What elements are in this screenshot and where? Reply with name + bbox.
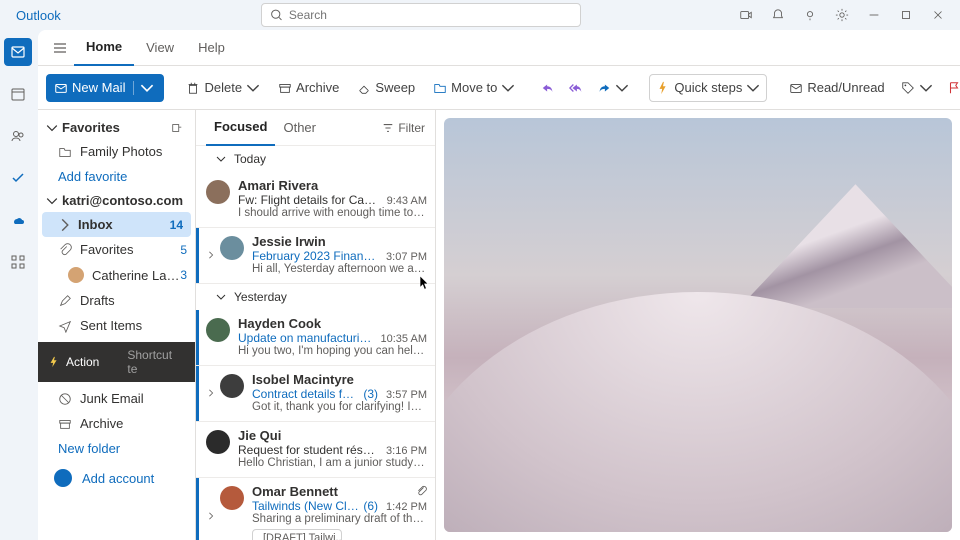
message-item[interactable]: Jessie Irwin February 2023 Financial Res…	[196, 228, 435, 284]
settings-icon[interactable]	[828, 1, 856, 29]
flag-button[interactable]	[943, 74, 960, 102]
rail-mail[interactable]	[4, 38, 32, 66]
avatar-placeholder-icon	[54, 469, 72, 487]
tabs-bar: Home View Help	[38, 30, 960, 66]
chevron-down-icon	[46, 122, 58, 134]
tab-focused[interactable]: Focused	[206, 110, 275, 146]
message-item[interactable]: Isobel Macintyre Contract details for wo…	[196, 366, 435, 422]
message-list-header: Focused Other Filter	[196, 110, 435, 146]
tips-icon[interactable]	[796, 1, 824, 29]
new-folder-link[interactable]: New folder	[38, 436, 195, 461]
action-toast[interactable]: Action Shortcut te	[38, 342, 195, 382]
folder-person-catherine[interactable]: Catherine Lanco...3	[38, 262, 195, 288]
message-item[interactable]: Amari Rivera Fw: Flight details for Cath…	[196, 172, 435, 228]
reply-button[interactable]	[537, 74, 559, 102]
folder-sent[interactable]: Sent Items	[38, 313, 195, 338]
expand-thread-icon[interactable]	[204, 234, 218, 275]
read-unread-button[interactable]: Read/Unread	[783, 74, 890, 102]
rail-onedrive[interactable]	[4, 206, 32, 234]
tab-view[interactable]: View	[134, 30, 186, 66]
date-group-today[interactable]: Today	[196, 146, 435, 172]
title-bar: Outlook	[0, 0, 960, 30]
app-brand: Outlook	[16, 8, 61, 23]
message-item[interactable]: Omar Bennett Tailwinds (New Client) Cont…	[196, 478, 435, 540]
new-mail-button[interactable]: New Mail	[46, 74, 164, 102]
search-input[interactable]	[289, 8, 572, 22]
move-to-button[interactable]: Move to	[427, 74, 521, 102]
message-list: Focused Other Filter Today Amari Rivera …	[196, 110, 436, 540]
avatar	[220, 374, 244, 398]
attachment-icon	[415, 484, 427, 496]
folder-icon	[58, 145, 72, 159]
tab-help[interactable]: Help	[186, 30, 237, 66]
new-mail-dropdown[interactable]	[133, 81, 160, 95]
draft-attachment-chip[interactable]: [DRAFT] Tailwi...	[252, 529, 342, 540]
archive-button[interactable]: Archive	[272, 74, 345, 102]
chevron-down-icon	[46, 195, 58, 207]
new-mail-label: New Mail	[72, 80, 125, 95]
quick-steps-button[interactable]: Quick steps	[649, 74, 767, 102]
avatar	[220, 486, 244, 510]
folder-pane: Favorites Family Photos Add favorite kat…	[38, 110, 196, 540]
window-close[interactable]	[924, 1, 952, 29]
forward-button[interactable]	[593, 74, 633, 102]
tag-button[interactable]	[897, 74, 937, 102]
folder-drafts[interactable]: Drafts	[38, 288, 195, 313]
avatar	[206, 430, 230, 454]
favorites-header[interactable]: Favorites	[38, 116, 195, 139]
meet-now-icon[interactable]	[732, 1, 760, 29]
search-box[interactable]	[261, 3, 581, 27]
reply-all-button[interactable]	[565, 74, 587, 102]
search-icon	[270, 8, 283, 22]
notifications-icon[interactable]	[764, 1, 792, 29]
message-item[interactable]: Hayden Cook Update on manufacturing plan…	[196, 310, 435, 366]
window-minimize[interactable]	[860, 1, 888, 29]
expand-thread-icon[interactable]	[204, 372, 218, 413]
avatar	[220, 236, 244, 260]
sweep-button[interactable]: Sweep	[351, 74, 421, 102]
reading-pane	[436, 110, 960, 540]
archive-icon	[58, 417, 72, 431]
folder-favorites-sub[interactable]: Favorites5	[38, 237, 195, 262]
folder-family-photos[interactable]: Family Photos	[38, 139, 195, 164]
expand-thread-icon[interactable]	[204, 484, 218, 540]
folder-inbox[interactable]: Inbox14	[42, 212, 191, 237]
pin-pane-icon[interactable]	[171, 122, 187, 134]
rail-more-apps[interactable]	[4, 248, 32, 276]
chevron-right-icon	[58, 218, 72, 232]
empty-state-image	[444, 118, 952, 532]
ribbon: New Mail Delete Archive Sweep Move to Qu…	[38, 66, 960, 110]
filter-button[interactable]: Filter	[382, 121, 425, 135]
add-favorite-link[interactable]: Add favorite	[38, 164, 195, 189]
hamburger-button[interactable]	[46, 40, 74, 56]
search-container	[261, 3, 581, 27]
folder-junk[interactable]: Junk Email	[38, 386, 195, 411]
date-group-yesterday[interactable]: Yesterday	[196, 284, 435, 310]
sent-icon	[58, 319, 72, 333]
avatar	[206, 180, 230, 204]
app-rail	[0, 30, 36, 540]
rail-todo[interactable]	[4, 164, 32, 192]
tab-home[interactable]: Home	[74, 30, 134, 66]
delete-button[interactable]: Delete	[180, 74, 266, 102]
junk-icon	[58, 392, 72, 406]
chevron-down-icon	[216, 292, 226, 302]
avatar	[206, 318, 230, 342]
window-maximize[interactable]	[892, 1, 920, 29]
attachment-icon	[58, 243, 72, 257]
folder-archive[interactable]: Archive	[38, 411, 195, 436]
chevron-down-icon	[216, 154, 226, 164]
cursor-icon	[419, 275, 430, 291]
rail-calendar[interactable]	[4, 80, 32, 108]
avatar	[68, 267, 84, 283]
account-header[interactable]: katri@contoso.com	[38, 189, 195, 212]
draft-icon	[58, 294, 72, 308]
tab-other[interactable]: Other	[275, 110, 324, 146]
rail-people[interactable]	[4, 122, 32, 150]
add-account-link[interactable]: Add account	[38, 461, 195, 495]
message-item[interactable]: Jie Qui Request for student résumé revie…	[196, 422, 435, 478]
